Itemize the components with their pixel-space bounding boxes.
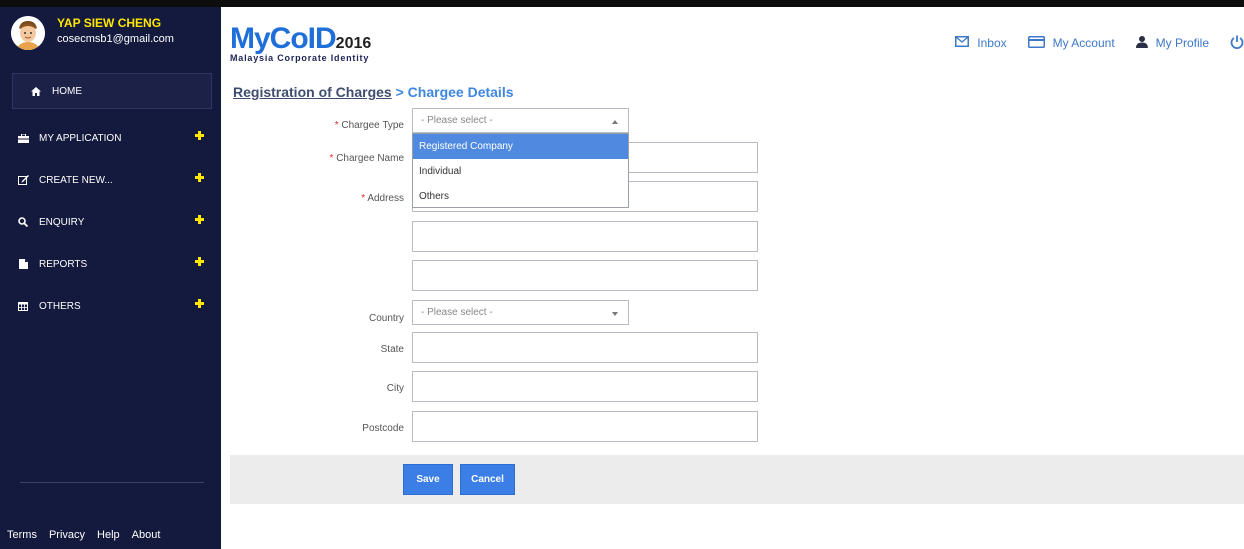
my-profile-link[interactable]: My Profile bbox=[1135, 35, 1209, 51]
country-select[interactable]: - Please select - bbox=[412, 300, 629, 325]
sidebar-divider bbox=[20, 482, 204, 483]
mycoid-logo[interactable]: MyCoID2016 Malaysia Corporate Identity bbox=[230, 22, 430, 68]
calendar-icon bbox=[16, 301, 30, 311]
chargee-type-dropdown: Registered Company Individual Others bbox=[412, 133, 629, 208]
breadcrumb-registration-of-charges[interactable]: Registration of Charges bbox=[233, 84, 392, 100]
power-icon bbox=[1230, 35, 1244, 52]
about-link[interactable]: About bbox=[132, 529, 161, 541]
save-button[interactable]: Save bbox=[403, 464, 453, 495]
envelope-icon bbox=[955, 36, 977, 50]
briefcase-icon bbox=[16, 133, 30, 143]
caret-up-icon bbox=[612, 120, 618, 124]
user-icon bbox=[1135, 35, 1156, 51]
sidebar-item-label: ENQUIRY bbox=[39, 216, 85, 228]
chargee-type-label: * Chargee Type bbox=[334, 120, 404, 131]
sidebar-item-label: OTHERS bbox=[39, 300, 81, 312]
sidebar-item-home[interactable]: HOME bbox=[12, 73, 212, 109]
country-placeholder: - Please select - bbox=[421, 307, 493, 318]
sidebar: YAP SIEW CHENG cosecmsb1@gmail.com HOME … bbox=[0, 7, 221, 549]
sidebar-item-enquiry[interactable]: ENQUIRY bbox=[0, 202, 221, 242]
city-label: City bbox=[386, 383, 404, 394]
sidebar-item-reports[interactable]: REPORTS bbox=[0, 244, 221, 284]
edit-icon bbox=[16, 175, 30, 185]
postcode-input[interactable] bbox=[412, 411, 758, 442]
top-navigation: Inbox My Account My Profile bbox=[955, 35, 1244, 51]
logo-wordmark: MyCoID2016 bbox=[230, 22, 372, 55]
my-account-link[interactable]: My Account bbox=[1027, 35, 1115, 51]
search-icon bbox=[16, 217, 30, 227]
footer-links: Terms Privacy Help About bbox=[7, 529, 160, 541]
inbox-link[interactable]: Inbox bbox=[955, 36, 1007, 50]
expand-plus-icon[interactable] bbox=[195, 257, 204, 266]
caret-down-icon bbox=[612, 312, 618, 316]
state-input[interactable] bbox=[412, 332, 758, 363]
breadcrumb-separator: > bbox=[395, 84, 404, 100]
user-name: YAP SIEW CHENG bbox=[57, 16, 162, 30]
terms-link[interactable]: Terms bbox=[7, 529, 37, 541]
home-icon bbox=[29, 86, 43, 96]
sidebar-item-label: CREATE NEW... bbox=[39, 174, 113, 186]
address-label: * Address bbox=[361, 193, 404, 204]
help-link[interactable]: Help bbox=[97, 529, 120, 541]
address-line-3-input[interactable] bbox=[412, 260, 758, 291]
privacy-link[interactable]: Privacy bbox=[49, 529, 85, 541]
option-individual[interactable]: Individual bbox=[413, 159, 628, 184]
expand-plus-icon[interactable] bbox=[195, 215, 204, 224]
chargee-type-select[interactable]: - Please select - bbox=[412, 108, 629, 133]
logout-button[interactable] bbox=[1230, 35, 1244, 52]
logo-subtitle: Malaysia Corporate Identity bbox=[230, 53, 370, 63]
sidebar-item-label: MY APPLICATION bbox=[39, 132, 122, 144]
option-others[interactable]: Others bbox=[413, 184, 628, 209]
sidebar-item-label: REPORTS bbox=[39, 258, 88, 270]
expand-plus-icon[interactable] bbox=[195, 131, 204, 140]
my-account-label: My Account bbox=[1052, 36, 1115, 50]
cancel-button[interactable]: Cancel bbox=[460, 464, 515, 495]
sidebar-item-my-application[interactable]: MY APPLICATION bbox=[0, 118, 221, 158]
credit-card-icon bbox=[1027, 35, 1053, 51]
sidebar-item-label: HOME bbox=[52, 85, 82, 97]
sidebar-item-others[interactable]: OTHERS bbox=[0, 286, 221, 326]
option-registered-company[interactable]: Registered Company bbox=[413, 134, 628, 159]
inbox-label: Inbox bbox=[977, 36, 1007, 50]
chargee-name-label: * Chargee Name bbox=[329, 153, 404, 164]
avatar[interactable] bbox=[11, 16, 45, 50]
postcode-label: Postcode bbox=[362, 423, 404, 434]
my-profile-label: My Profile bbox=[1155, 36, 1209, 50]
user-panel: YAP SIEW CHENG cosecmsb1@gmail.com bbox=[0, 7, 221, 77]
expand-plus-icon[interactable] bbox=[195, 299, 204, 308]
chargee-type-placeholder: - Please select - bbox=[421, 115, 493, 126]
user-email: cosecmsb1@gmail.com bbox=[57, 33, 174, 45]
file-icon bbox=[16, 259, 30, 269]
address-line-2-input[interactable] bbox=[412, 221, 758, 252]
expand-plus-icon[interactable] bbox=[195, 173, 204, 182]
city-input[interactable] bbox=[412, 371, 758, 402]
sidebar-item-create-new[interactable]: CREATE NEW... bbox=[0, 160, 221, 200]
page-title: Registration of Charges > Chargee Detail… bbox=[233, 84, 514, 100]
top-border bbox=[0, 0, 1244, 7]
country-label: Country bbox=[368, 313, 404, 324]
state-label: State bbox=[380, 344, 404, 355]
form-action-bar bbox=[230, 455, 1244, 504]
breadcrumb-current: Chargee Details bbox=[407, 84, 514, 100]
